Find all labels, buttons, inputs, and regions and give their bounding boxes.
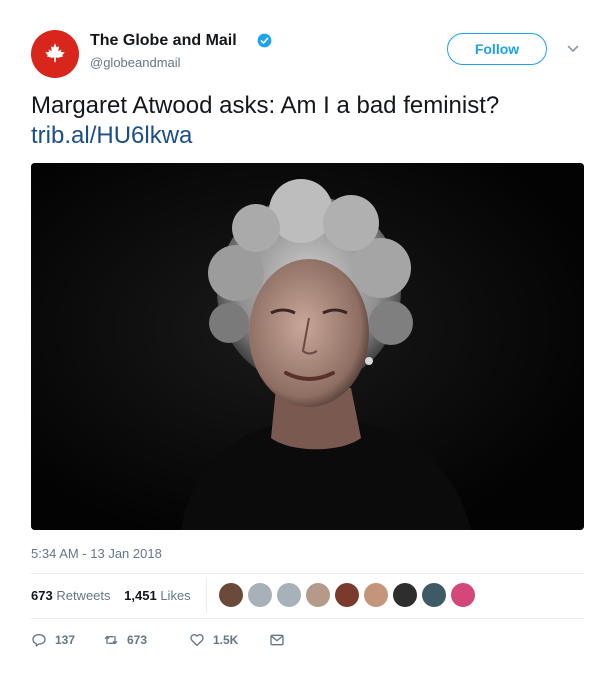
tweet-actions: 137 673 1.5K (31, 632, 293, 648)
liker-avatar[interactable] (422, 583, 446, 607)
likes-label: Likes (160, 588, 191, 603)
author-avatar[interactable] (31, 30, 79, 78)
likes-stat[interactable]: 1,451 Likes (124, 588, 191, 603)
author-display-name[interactable]: The Globe and Mail (90, 32, 237, 50)
liker-avatar[interactable] (219, 583, 243, 607)
reply-button[interactable]: 137 (31, 632, 103, 648)
direct-message-button[interactable] (269, 632, 293, 648)
liker-avatar[interactable] (364, 583, 388, 607)
verified-badge-icon (257, 33, 272, 48)
liker-avatar[interactable] (248, 583, 272, 607)
liker-avatars (219, 583, 480, 607)
liker-avatar[interactable] (451, 583, 475, 607)
heart-icon (190, 634, 204, 646)
divider (31, 618, 584, 619)
reply-icon (32, 634, 46, 647)
like-count: 1.5K (213, 633, 239, 647)
liker-avatar[interactable] (393, 583, 417, 607)
envelope-icon (270, 634, 284, 646)
follow-button[interactable]: Follow (447, 33, 547, 65)
liker-avatar[interactable] (277, 583, 301, 607)
retweets-stat[interactable]: 673 Retweets (31, 588, 111, 603)
stats-separator (206, 577, 207, 613)
reply-count: 137 (55, 633, 76, 647)
tweet-timestamp[interactable]: 5:34 AM - 13 Jan 2018 (31, 546, 162, 561)
retweet-icon (104, 635, 118, 645)
retweet-button[interactable]: 673 (103, 632, 189, 648)
chevron-down-icon[interactable] (567, 44, 579, 54)
liker-avatar[interactable] (335, 583, 359, 607)
portrait-image (31, 163, 584, 530)
author-handle[interactable]: @globeandmail (90, 55, 181, 70)
like-button[interactable]: 1.5K (189, 632, 269, 648)
retweets-label: Retweets (56, 588, 111, 603)
tweet-link[interactable]: trib.al/HU6lkwa (31, 121, 192, 151)
retweets-count: 673 (31, 588, 53, 603)
tweet-card: The Globe and Mail @globeandmail Follow … (0, 0, 613, 675)
maple-leaf-icon (45, 43, 65, 63)
likes-count: 1,451 (124, 588, 157, 603)
divider (31, 573, 584, 574)
tweet-text: Margaret Atwood asks: Am I a bad feminis… (31, 92, 500, 119)
tweet-stats: 673 Retweets 1,451 Likes (31, 588, 201, 603)
liker-avatar[interactable] (306, 583, 330, 607)
retweet-count: 673 (127, 633, 148, 647)
tweet-photo[interactable] (31, 163, 584, 530)
